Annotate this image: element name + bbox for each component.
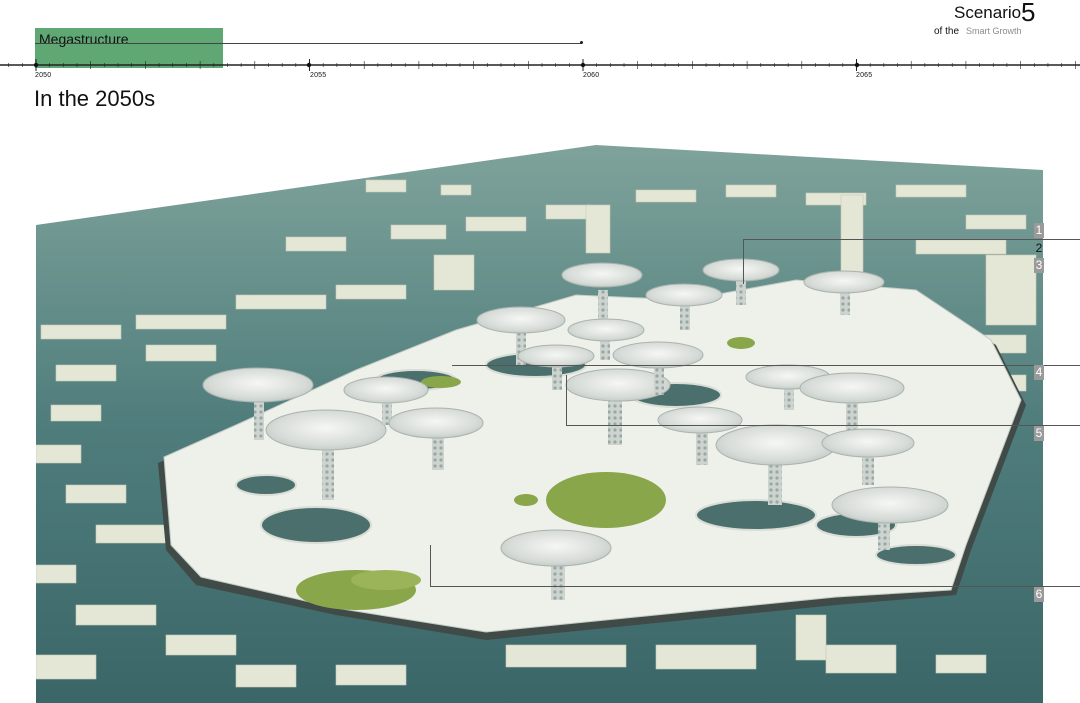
- timeline-marker-2050: [33, 62, 39, 68]
- callout-number-3: 3: [1034, 258, 1044, 273]
- callout-number-5: 5: [1034, 426, 1044, 441]
- callout-number-2: 2: [1035, 241, 1043, 255]
- callout-number-4: 4: [1034, 365, 1044, 380]
- timeline-header: Megastructure 2050 2055 2060 2065 Scenar…: [0, 0, 1080, 120]
- phase-extent-line: [35, 43, 582, 44]
- callout-line-5: [566, 425, 1080, 426]
- callout-line-6: [430, 586, 1080, 587]
- page-title: In the 2050s: [34, 86, 156, 111]
- callout-line-2: [743, 239, 1080, 240]
- scenario-title: Scenario: [954, 3, 1022, 22]
- timeline-marker-2065: [854, 62, 860, 68]
- callout-number-1: 1: [1034, 223, 1044, 238]
- scenario-number: 5: [1021, 0, 1036, 27]
- timeline-marker-2055: [306, 62, 312, 68]
- timeline-year-2055: 2055: [310, 72, 327, 79]
- callout-line-4: [452, 365, 1080, 366]
- scenario-subtitle-prefix: of the: [934, 26, 960, 37]
- phase-extent-end-dot: [580, 41, 583, 44]
- timeline-axis: [0, 59, 1080, 71]
- callout-leader-2: [743, 239, 744, 284]
- callout-leader-5: [566, 375, 567, 425]
- megastructure-rendering: [36, 145, 1043, 703]
- callout-leader-6: [430, 545, 431, 586]
- scenario-subtitle-name: Smart Growth: [966, 26, 1022, 36]
- timeline-year-2060: 2060: [583, 72, 600, 79]
- timeline-year-2050: 2050: [35, 72, 52, 79]
- timeline-marker-2060: [580, 62, 586, 68]
- timeline-year-2065: 2065: [856, 72, 873, 79]
- callout-number-6: 6: [1034, 587, 1044, 602]
- phase-label: Megastructure: [39, 31, 129, 47]
